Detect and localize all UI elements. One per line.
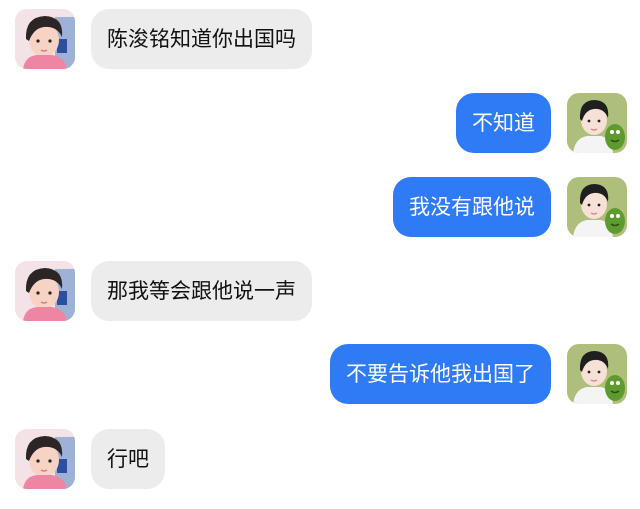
message-row-outgoing: 不要告诉他我出国了 — [0, 344, 640, 404]
message-bubble-incoming[interactable]: 陈浚铭知道你出国吗 — [91, 9, 312, 69]
person-avatar-icon[interactable] — [15, 261, 75, 321]
person-with-plush-avatar-icon[interactable] — [567, 344, 627, 404]
person-with-plush-avatar-icon[interactable] — [567, 177, 627, 237]
message-row-incoming: 陈浚铭知道你出国吗 — [0, 9, 640, 69]
person-avatar-icon[interactable] — [15, 9, 75, 69]
message-row-incoming: 行吧 — [0, 429, 640, 489]
person-avatar-icon[interactable] — [15, 429, 75, 489]
message-bubble-outgoing[interactable]: 不要告诉他我出国了 — [330, 344, 551, 404]
message-bubble-incoming[interactable]: 那我等会跟他说一声 — [91, 261, 312, 321]
person-with-plush-avatar-icon[interactable] — [567, 93, 627, 153]
message-bubble-outgoing[interactable]: 不知道 — [456, 93, 551, 153]
message-bubble-incoming[interactable]: 行吧 — [91, 429, 165, 489]
message-row-outgoing: 不知道 — [0, 93, 640, 153]
chat-thread: 陈浚铭知道你出国吗 不知道 我没有跟他说 那我等会跟他说一声 不要告诉他我出国了… — [0, 0, 640, 509]
message-row-incoming: 那我等会跟他说一声 — [0, 261, 640, 321]
message-bubble-outgoing[interactable]: 我没有跟他说 — [393, 177, 551, 237]
message-row-outgoing: 我没有跟他说 — [0, 177, 640, 237]
